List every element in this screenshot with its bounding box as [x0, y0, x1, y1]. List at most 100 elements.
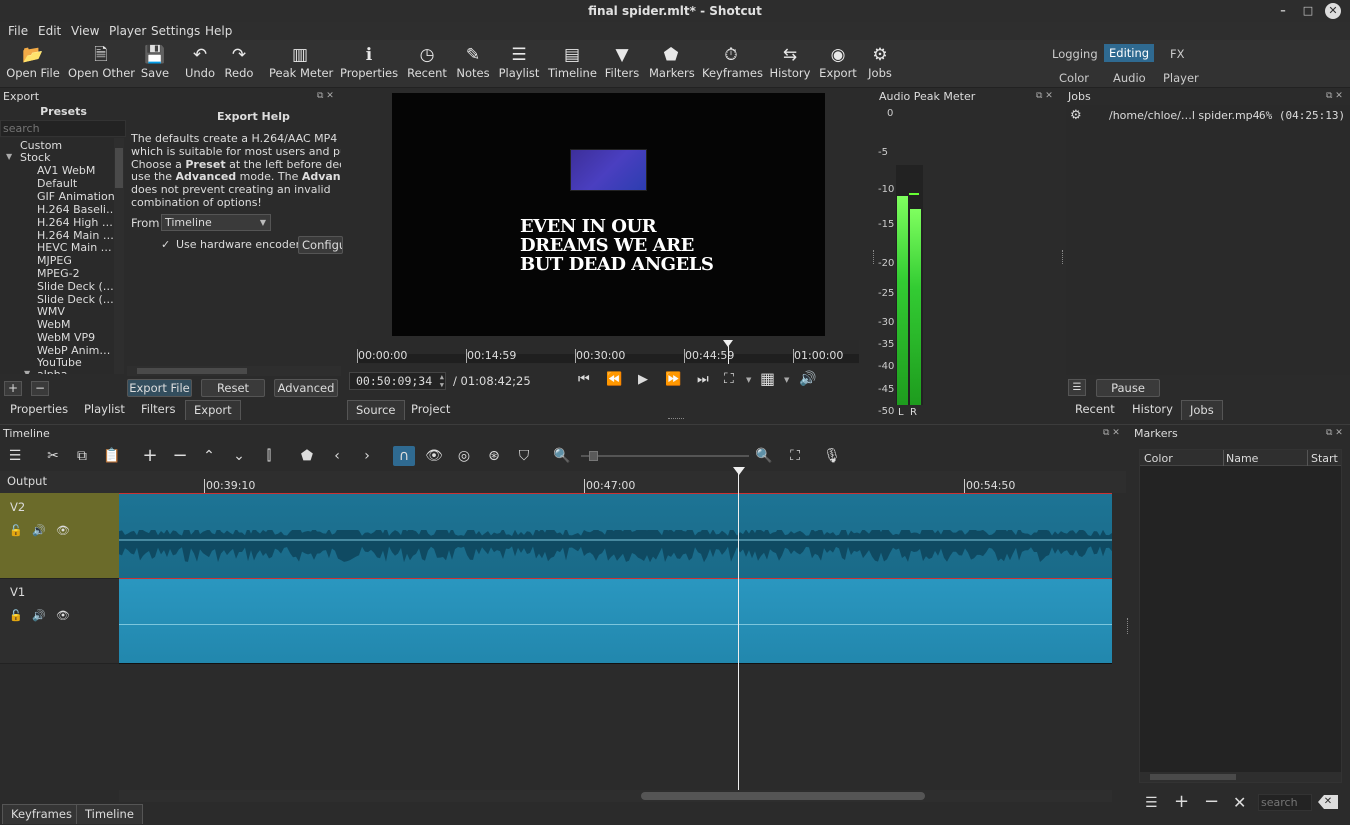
tab-playlist[interactable]: Playlist [76, 400, 133, 420]
job-name[interactable]: /home/chloe/…l spider.mp4 [1109, 109, 1260, 122]
close-icon[interactable]: ✕ [1325, 3, 1341, 19]
remove-icon[interactable]: − [169, 446, 191, 466]
preset-item[interactable]: Stock [20, 151, 50, 164]
minimize-icon[interactable]: – [1275, 3, 1291, 19]
dock-float-close-icon[interactable]: ⧉ ✕ [1326, 91, 1343, 101]
player-playhead[interactable] [723, 340, 734, 364]
expand-arrow-icon[interactable]: ▼ [24, 369, 30, 374]
lock-icon[interactable]: 🔓 [9, 609, 23, 622]
preset-item[interactable]: WebM VP9 [37, 331, 95, 344]
tab-project[interactable]: Project [403, 400, 458, 420]
workspace-player[interactable]: Player [1158, 69, 1204, 87]
preset-item[interactable]: Default [37, 177, 77, 190]
filters-button[interactable]: ▼ Filters [604, 44, 640, 88]
marker-icon[interactable]: ⬟ [296, 446, 318, 466]
tab-timeline[interactable]: Timeline [76, 804, 143, 824]
workspace-fx[interactable]: FX [1165, 45, 1190, 63]
menu-file[interactable]: File [8, 24, 28, 38]
zoom-slider[interactable] [581, 451, 749, 461]
track-header-v2[interactable]: V2 🔓 🔊 👁 [0, 493, 119, 579]
spin-icon[interactable]: ▲ ▼ [440, 373, 444, 389]
chevron-down-icon[interactable]: ▼ [746, 376, 751, 384]
tab-filters[interactable]: Filters [133, 400, 183, 420]
playlist-button[interactable]: ☰ Playlist [498, 44, 540, 88]
add-preset-icon[interactable]: + [4, 381, 22, 396]
timeline-hscrollbar[interactable] [119, 790, 1112, 802]
tab-properties[interactable]: Properties [2, 400, 76, 420]
zoom-out-icon[interactable]: 🔍 [551, 446, 573, 466]
markers-button[interactable]: ⬟ Markers [649, 44, 695, 88]
record-audio-icon[interactable]: 🎙 [821, 446, 843, 466]
tab-jobs[interactable]: Jobs [1181, 400, 1223, 420]
clip-v1[interactable] [119, 579, 1112, 664]
configure-button[interactable]: Configu [298, 236, 343, 254]
gear-icon[interactable]: ⚙ [1070, 108, 1082, 123]
dock-float-close-icon[interactable]: ⧉ ✕ [1326, 428, 1343, 438]
menu-help[interactable]: Help [205, 24, 232, 38]
cut-icon[interactable]: ✂ [42, 446, 64, 466]
preset-item[interactable]: HEVC Main … [37, 241, 112, 254]
scrub-icon[interactable]: 👁 [423, 446, 445, 466]
peak-meter-button[interactable]: ▥ Peak Meter [269, 44, 333, 88]
player-scrubber[interactable]: 00:00:00 00:14:59 00:30:00 00:44:59 01:0… [357, 340, 859, 364]
workspace-color[interactable]: Color [1054, 69, 1094, 87]
menu-view[interactable]: View [71, 24, 99, 38]
markers-menu-icon[interactable]: ☰ [1145, 795, 1158, 811]
column-header-start[interactable]: Start [1311, 452, 1338, 465]
track-header-v1[interactable]: V1 🔓 🔊 👁 [0, 579, 119, 664]
pause-button[interactable]: Pause [1096, 379, 1160, 397]
zoom-fit-icon[interactable]: ⛶ [784, 446, 806, 466]
play-icon[interactable]: ▶ [638, 372, 648, 387]
remove-preset-icon[interactable]: − [31, 381, 49, 396]
video-preview[interactable]: EVEN IN OUR DREAMS WE ARE BUT DEAD ANGEL… [392, 93, 825, 336]
from-dropdown[interactable]: Timeline ▼ [161, 214, 271, 231]
tab-recent[interactable]: Recent [1067, 400, 1123, 420]
lock-icon[interactable]: 🔓 [9, 524, 23, 537]
timeline-playhead[interactable] [732, 467, 746, 790]
preset-item[interactable]: WebM [37, 318, 70, 331]
redo-button[interactable]: ↷ Redo [223, 44, 255, 88]
mute-icon[interactable]: 🔊 [32, 524, 46, 537]
splitter-handle[interactable] [1127, 618, 1129, 634]
dock-float-close-icon[interactable]: ⧉ ✕ [1036, 91, 1053, 101]
ripple-icon[interactable]: ◎ [453, 446, 475, 466]
workspace-logging[interactable]: Logging [1047, 45, 1103, 63]
add-marker-icon[interactable]: + [1174, 791, 1189, 812]
lift-icon[interactable]: ⌃ [198, 446, 220, 466]
preset-item[interactable]: WMV [37, 305, 65, 318]
copy-icon[interactable]: ⧉ [71, 446, 93, 466]
jobs-menu-icon[interactable]: ☰ [1068, 379, 1086, 396]
remove-marker-icon[interactable]: − [1204, 791, 1219, 812]
menu-edit[interactable]: Edit [38, 24, 61, 38]
clear-markers-icon[interactable]: ✕ [1233, 793, 1246, 812]
workspace-audio[interactable]: Audio [1108, 69, 1151, 87]
tab-source[interactable]: Source [347, 400, 405, 420]
workspace-editing[interactable]: Editing [1104, 44, 1155, 62]
ripple-all-icon[interactable]: ⊛ [483, 446, 505, 466]
paste-icon[interactable]: 📋 [101, 446, 123, 466]
tab-history[interactable]: History [1124, 400, 1181, 420]
help-hscrollbar[interactable] [127, 366, 341, 376]
preset-item[interactable]: H.264 High … [37, 216, 113, 229]
overwrite-icon[interactable]: ⌄ [228, 446, 250, 466]
preset-item[interactable]: H.264 Baseli… [37, 203, 114, 216]
export-button[interactable]: ◉ Export [819, 44, 857, 88]
history-button[interactable]: ⇆ History [769, 44, 811, 88]
skip-to-end-icon[interactable]: ⏭ [697, 372, 709, 387]
markers-hscrollbar[interactable] [1140, 772, 1341, 782]
zoom-in-icon[interactable]: 🔍 [753, 446, 775, 466]
advanced-button[interactable]: Advanced [274, 379, 338, 397]
grid-icon[interactable]: ▦ [760, 369, 775, 388]
open-file-button[interactable]: 📂 Open File [6, 44, 60, 88]
dock-float-close-icon[interactable]: ⧉ ✕ [1103, 428, 1120, 438]
hw-encoder-checkbox[interactable]: ✓ [161, 238, 170, 251]
rewind-icon[interactable]: ⏪ [606, 372, 622, 387]
volume-icon[interactable]: 🔊 [799, 371, 816, 387]
eye-icon[interactable]: 👁 [56, 609, 70, 622]
recent-button[interactable]: ◷ Recent [407, 44, 447, 88]
notes-button[interactable]: ✎ Notes [455, 44, 491, 88]
clip-v2[interactable] [119, 493, 1112, 579]
maximize-icon[interactable]: □ [1300, 3, 1316, 19]
fast-forward-icon[interactable]: ⏩ [665, 372, 681, 387]
keyframes-button[interactable]: ⏱ Keyframes [702, 44, 763, 88]
